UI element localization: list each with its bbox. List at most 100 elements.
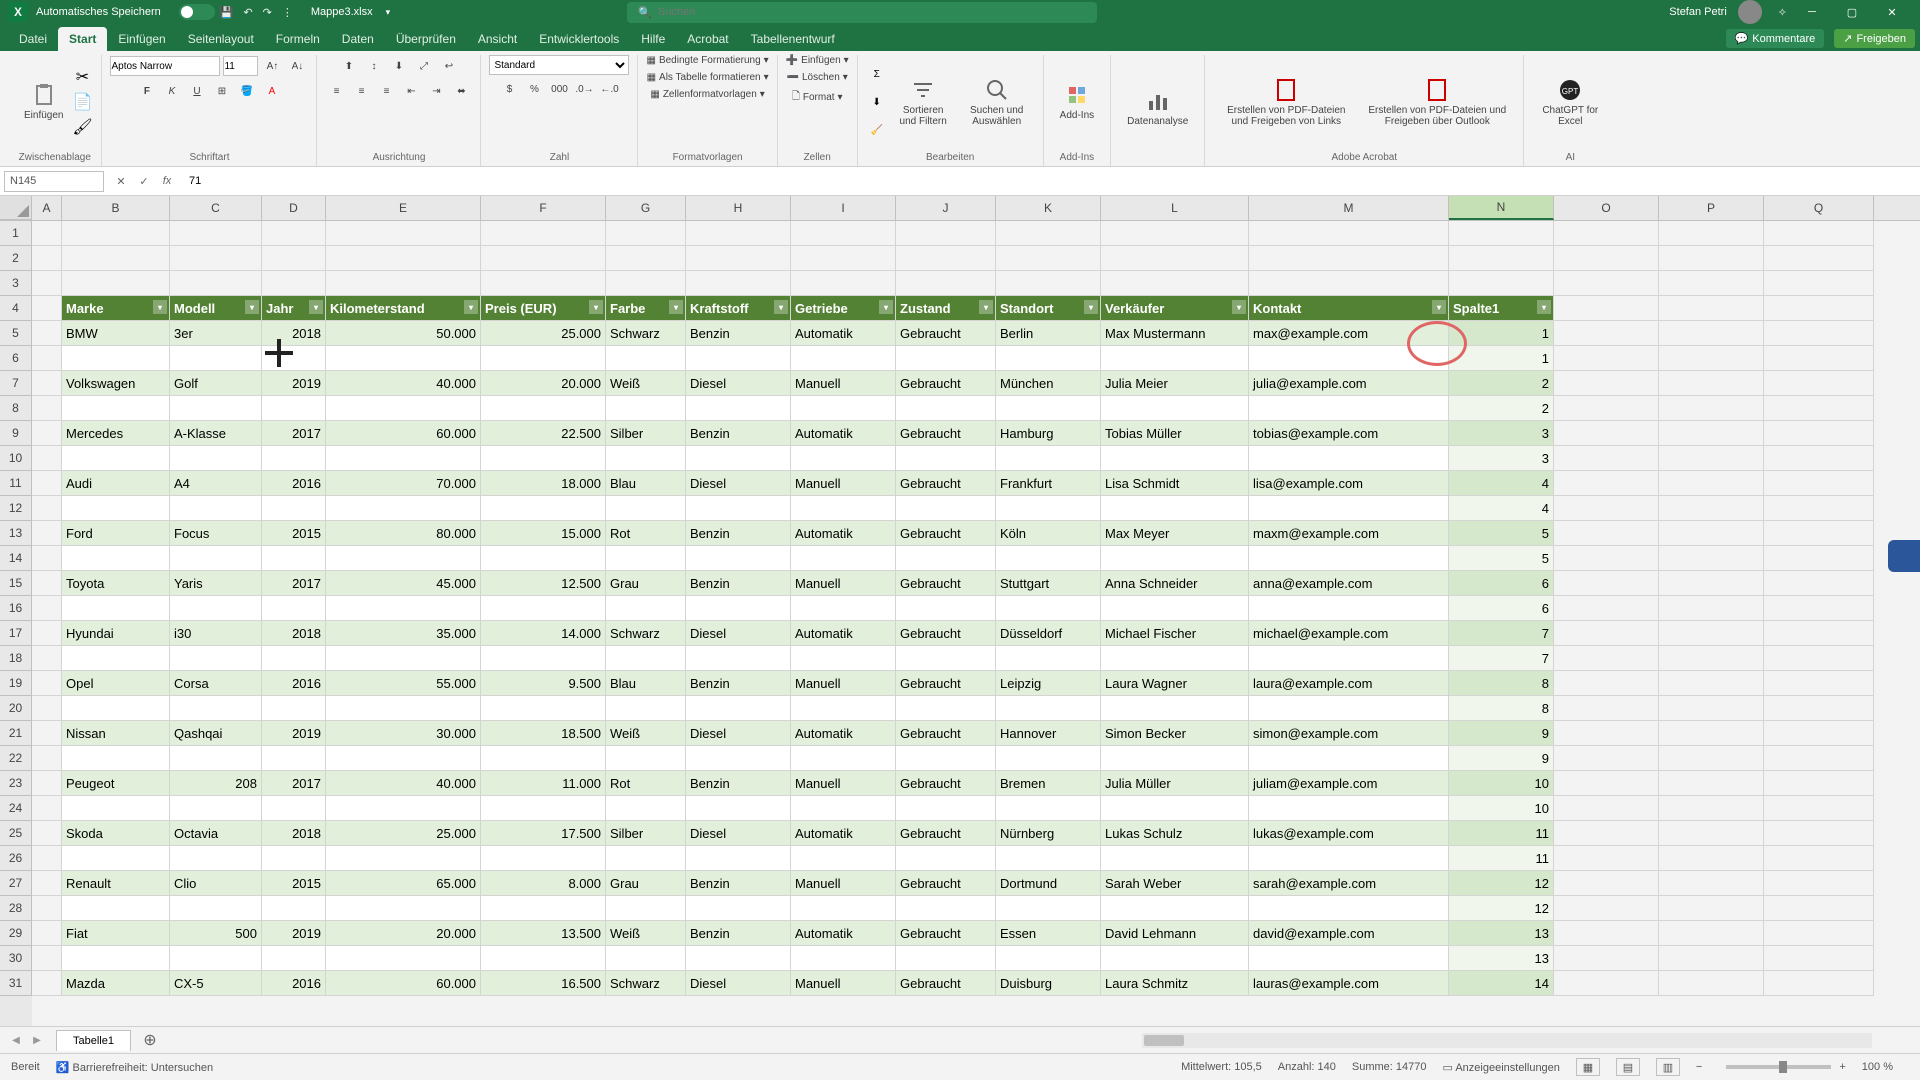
cell-J31[interactable]: Gebraucht <box>896 971 996 996</box>
cell-M2[interactable] <box>1249 246 1449 271</box>
filename-dropdown-icon[interactable]: ▾ <box>386 7 391 18</box>
side-helper-badge[interactable] <box>1888 540 1920 572</box>
cell-I13[interactable]: Automatik <box>791 521 896 546</box>
cell-B8[interactable] <box>62 396 170 421</box>
copy-icon[interactable]: 📄 <box>71 91 93 113</box>
cell-A18[interactable] <box>32 646 62 671</box>
row-header-16[interactable]: 16 <box>0 596 32 621</box>
cell-H19[interactable]: Benzin <box>686 671 791 696</box>
cell-L11[interactable]: Lisa Schmidt <box>1101 471 1249 496</box>
cell-H4[interactable]: Kraftstoff▾ <box>686 296 791 321</box>
cell-N24[interactable]: 10 <box>1449 796 1554 821</box>
cell-M5[interactable]: max@example.com <box>1249 321 1449 346</box>
cell-P22[interactable] <box>1659 746 1764 771</box>
cell-A2[interactable] <box>32 246 62 271</box>
autosum-icon[interactable]: Σ <box>866 63 888 85</box>
cell-Q6[interactable] <box>1764 346 1874 371</box>
row-header-31[interactable]: 31 <box>0 971 32 996</box>
cell-G7[interactable]: Weiß <box>606 371 686 396</box>
cell-J20[interactable] <box>896 696 996 721</box>
cell-E9[interactable]: 60.000 <box>326 421 481 446</box>
filter-button[interactable]: ▾ <box>309 300 323 314</box>
cell-O27[interactable] <box>1554 871 1659 896</box>
cell-M25[interactable]: lukas@example.com <box>1249 821 1449 846</box>
cell-L15[interactable]: Anna Schneider <box>1101 571 1249 596</box>
decrease-font-icon[interactable]: A↓ <box>286 55 308 77</box>
cell-K13[interactable]: Köln <box>996 521 1101 546</box>
cell-N3[interactable] <box>1449 271 1554 296</box>
cell-L1[interactable] <box>1101 221 1249 246</box>
cell-E13[interactable]: 80.000 <box>326 521 481 546</box>
cell-L28[interactable] <box>1101 896 1249 921</box>
cell-F17[interactable]: 14.000 <box>481 621 606 646</box>
cell-J23[interactable]: Gebraucht <box>896 771 996 796</box>
cell-I17[interactable]: Automatik <box>791 621 896 646</box>
cell-E15[interactable]: 45.000 <box>326 571 481 596</box>
cell-E29[interactable]: 20.000 <box>326 921 481 946</box>
col-header-F[interactable]: F <box>481 196 606 220</box>
cell-L7[interactable]: Julia Meier <box>1101 371 1249 396</box>
format-painter-icon[interactable]: 🖌 <box>71 116 93 138</box>
cell-L21[interactable]: Simon Becker <box>1101 721 1249 746</box>
cell-G17[interactable]: Schwarz <box>606 621 686 646</box>
number-format-select[interactable]: Standard <box>489 55 629 75</box>
italic-icon[interactable]: K <box>161 80 183 102</box>
col-header-C[interactable]: C <box>170 196 262 220</box>
row-header-23[interactable]: 23 <box>0 771 32 796</box>
cell-F2[interactable] <box>481 246 606 271</box>
cell-A10[interactable] <box>32 446 62 471</box>
cell-M30[interactable] <box>1249 946 1449 971</box>
cell-L19[interactable]: Laura Wagner <box>1101 671 1249 696</box>
share-button[interactable]: ↗ Freigeben <box>1834 29 1915 48</box>
cell-N5[interactable]: 1 <box>1449 321 1554 346</box>
cell-L13[interactable]: Max Meyer <box>1101 521 1249 546</box>
cell-F29[interactable]: 13.500 <box>481 921 606 946</box>
cell-P27[interactable] <box>1659 871 1764 896</box>
cell-O9[interactable] <box>1554 421 1659 446</box>
cell-C2[interactable] <box>170 246 262 271</box>
cell-P25[interactable] <box>1659 821 1764 846</box>
find-select-button[interactable]: Suchen und Auswählen <box>959 74 1035 131</box>
cell-Q23[interactable] <box>1764 771 1874 796</box>
cell-D20[interactable] <box>262 696 326 721</box>
cell-K15[interactable]: Stuttgart <box>996 571 1101 596</box>
indent-decrease-icon[interactable]: ⇤ <box>400 80 422 102</box>
cell-H28[interactable] <box>686 896 791 921</box>
cell-K28[interactable] <box>996 896 1101 921</box>
cell-N13[interactable]: 5 <box>1449 521 1554 546</box>
orientation-icon[interactable]: ⤢ <box>413 55 435 77</box>
sort-filter-button[interactable]: Sortieren und Filtern <box>888 74 959 131</box>
cell-B11[interactable]: Audi <box>62 471 170 496</box>
cell-O24[interactable] <box>1554 796 1659 821</box>
align-left-icon[interactable]: ≡ <box>325 80 347 102</box>
cell-P18[interactable] <box>1659 646 1764 671</box>
cell-I5[interactable]: Automatik <box>791 321 896 346</box>
cell-A12[interactable] <box>32 496 62 521</box>
cell-D1[interactable] <box>262 221 326 246</box>
cell-C11[interactable]: A4 <box>170 471 262 496</box>
cell-F15[interactable]: 12.500 <box>481 571 606 596</box>
row-header-4[interactable]: 4 <box>0 296 32 321</box>
cell-N12[interactable]: 4 <box>1449 496 1554 521</box>
cell-D25[interactable]: 2018 <box>262 821 326 846</box>
cell-K27[interactable]: Dortmund <box>996 871 1101 896</box>
sheet-prev-icon[interactable]: ◀ <box>8 1032 24 1048</box>
cell-O14[interactable] <box>1554 546 1659 571</box>
cell-P13[interactable] <box>1659 521 1764 546</box>
tab-überprüfen[interactable]: Überprüfen <box>385 27 467 51</box>
cell-J7[interactable]: Gebraucht <box>896 371 996 396</box>
bold-icon[interactable]: F <box>136 80 158 102</box>
cell-C4[interactable]: Modell▾ <box>170 296 262 321</box>
row-header-6[interactable]: 6 <box>0 346 32 371</box>
cell-G25[interactable]: Silber <box>606 821 686 846</box>
status-accessibility[interactable]: ♿ Barrierefreiheit: Untersuchen <box>56 1061 213 1074</box>
tab-formeln[interactable]: Formeln <box>265 27 331 51</box>
save-icon[interactable]: 💾 <box>220 6 234 19</box>
cell-L30[interactable] <box>1101 946 1249 971</box>
cell-H6[interactable] <box>686 346 791 371</box>
row-header-19[interactable]: 19 <box>0 671 32 696</box>
cell-Q25[interactable] <box>1764 821 1874 846</box>
cell-J21[interactable]: Gebraucht <box>896 721 996 746</box>
cell-O26[interactable] <box>1554 846 1659 871</box>
cell-J2[interactable] <box>896 246 996 271</box>
